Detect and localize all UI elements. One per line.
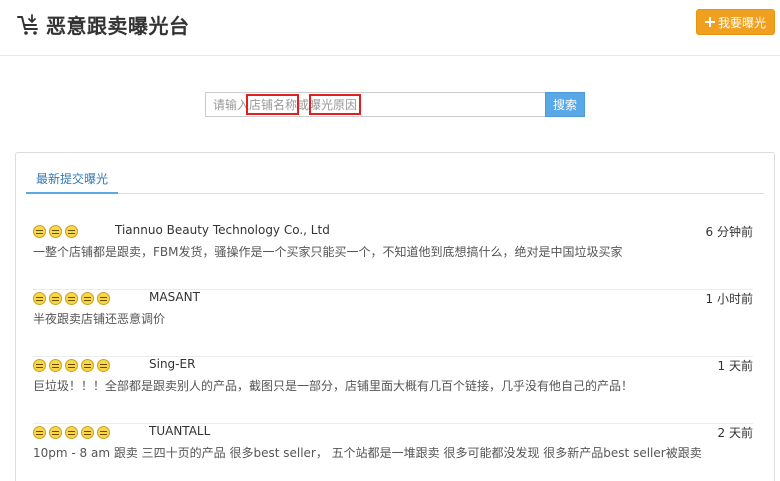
report-description: 半夜跟卖店铺还恶意调价 [33, 312, 166, 326]
brand[interactable]: 恶意跟卖曝光台 [16, 10, 190, 39]
face-icon [49, 292, 62, 305]
report-time: 6 分钟前 [705, 225, 753, 239]
report-description: 一整个店铺都是跟卖，FBM发货，骚操作是一个买家只能买一个，不知道他到底想搞什么… [33, 245, 623, 259]
face-icon [65, 359, 78, 372]
page-header: 恶意跟卖曝光台 我要曝光 [0, 0, 780, 56]
face-icon [65, 225, 78, 238]
list-item[interactable]: MASANT 1 小时前 半夜跟卖店铺还恶意调价 [33, 290, 753, 357]
expose-button[interactable]: 我要曝光 [696, 9, 775, 35]
face-icon [81, 292, 94, 305]
list-item[interactable]: Sing-ER 1 天前 巨垃圾！！！全部都是跟卖别人的产品，截图只是一部分，店… [33, 357, 753, 424]
report-time: 2 天前 [717, 426, 753, 440]
rating [33, 359, 113, 372]
plus-icon [704, 17, 715, 27]
face-icon [97, 292, 110, 305]
face-icon [81, 426, 94, 439]
expose-button-label: 我要曝光 [717, 15, 766, 30]
rating [33, 225, 81, 238]
reports-panel: 最新提交曝光 Tiannuo Beauty Technology Co., Lt… [15, 152, 775, 481]
face-icon [33, 359, 46, 372]
cart-icon [16, 12, 42, 38]
shop-name[interactable]: Tiannuo Beauty Technology Co., Ltd [115, 223, 330, 237]
list-item[interactable]: Tiannuo Beauty Technology Co., Ltd 6 分钟前… [33, 223, 753, 290]
report-time: 1 天前 [717, 359, 753, 373]
search-button[interactable]: 搜索 [545, 92, 585, 117]
list-item[interactable]: TUANTALL 2 天前 10pm - 8 am 跟卖 三四十页的产品 很多b… [33, 424, 753, 481]
report-time: 1 小时前 [705, 292, 753, 306]
report-description: 巨垃圾！！！全部都是跟卖别人的产品，截图只是一部分，店铺里面大概有几百个链接，几… [33, 379, 634, 393]
shop-name[interactable]: TUANTALL [149, 424, 210, 438]
shop-name[interactable]: Sing-ER [149, 357, 195, 371]
shop-name[interactable]: MASANT [149, 290, 200, 304]
face-icon [33, 225, 46, 238]
face-icon [49, 225, 62, 238]
face-icon [97, 426, 110, 439]
search-bar: 搜索 [205, 92, 585, 117]
face-icon [97, 359, 110, 372]
rating [33, 292, 113, 305]
tab-latest-reports[interactable]: 最新提交曝光 [26, 166, 119, 194]
face-icon [81, 359, 94, 372]
face-icon [65, 426, 78, 439]
page-title: 恶意跟卖曝光台 [46, 14, 190, 38]
search-input[interactable] [205, 92, 545, 117]
rating [33, 426, 113, 439]
face-icon [65, 292, 78, 305]
face-icon [33, 426, 46, 439]
face-icon [49, 359, 62, 372]
face-icon [33, 292, 46, 305]
face-icon [49, 426, 62, 439]
report-description: 10pm - 8 am 跟卖 三四十页的产品 很多best seller， 五个… [33, 446, 702, 460]
tab-bar: 最新提交曝光 [26, 166, 764, 194]
